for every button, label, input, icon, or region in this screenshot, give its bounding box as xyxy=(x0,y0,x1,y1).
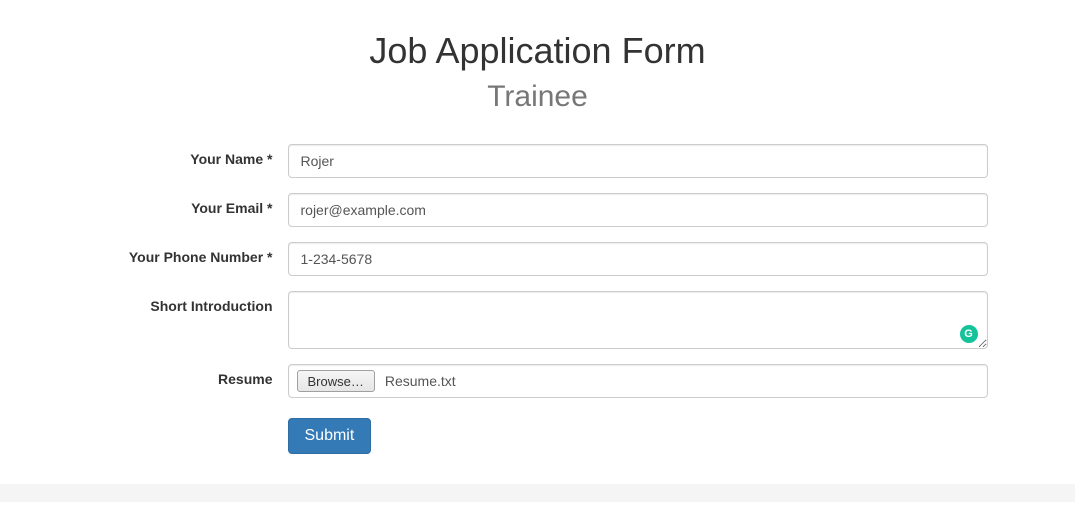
submit-button[interactable]: Submit xyxy=(288,418,372,454)
form-container: Job Application Form Trainee Your Name *… xyxy=(58,0,1018,484)
form-group-name: Your Name * xyxy=(88,144,988,178)
page-title: Job Application Form xyxy=(88,30,988,72)
submit-row: Submit xyxy=(288,418,988,454)
resume-label: Resume xyxy=(88,364,288,387)
form-group-intro: Short Introduction G xyxy=(88,291,988,349)
form-group-email: Your Email * xyxy=(88,193,988,227)
name-input[interactable] xyxy=(288,144,988,178)
form-group-phone: Your Phone Number * xyxy=(88,242,988,276)
resume-file-name: Resume.txt xyxy=(385,373,456,389)
resume-file-control[interactable]: Browse… Resume.txt xyxy=(288,364,988,398)
intro-textarea[interactable] xyxy=(288,291,988,349)
browse-button[interactable]: Browse… xyxy=(297,370,375,392)
name-label: Your Name * xyxy=(88,144,288,167)
email-label: Your Email * xyxy=(88,193,288,216)
form-group-resume: Resume Browse… Resume.txt xyxy=(88,364,988,398)
phone-input[interactable] xyxy=(288,242,988,276)
intro-label: Short Introduction xyxy=(88,291,288,314)
footer-strip xyxy=(0,484,1075,502)
phone-label: Your Phone Number * xyxy=(88,242,288,265)
email-input[interactable] xyxy=(288,193,988,227)
page-subtitle: Trainee xyxy=(88,80,988,114)
